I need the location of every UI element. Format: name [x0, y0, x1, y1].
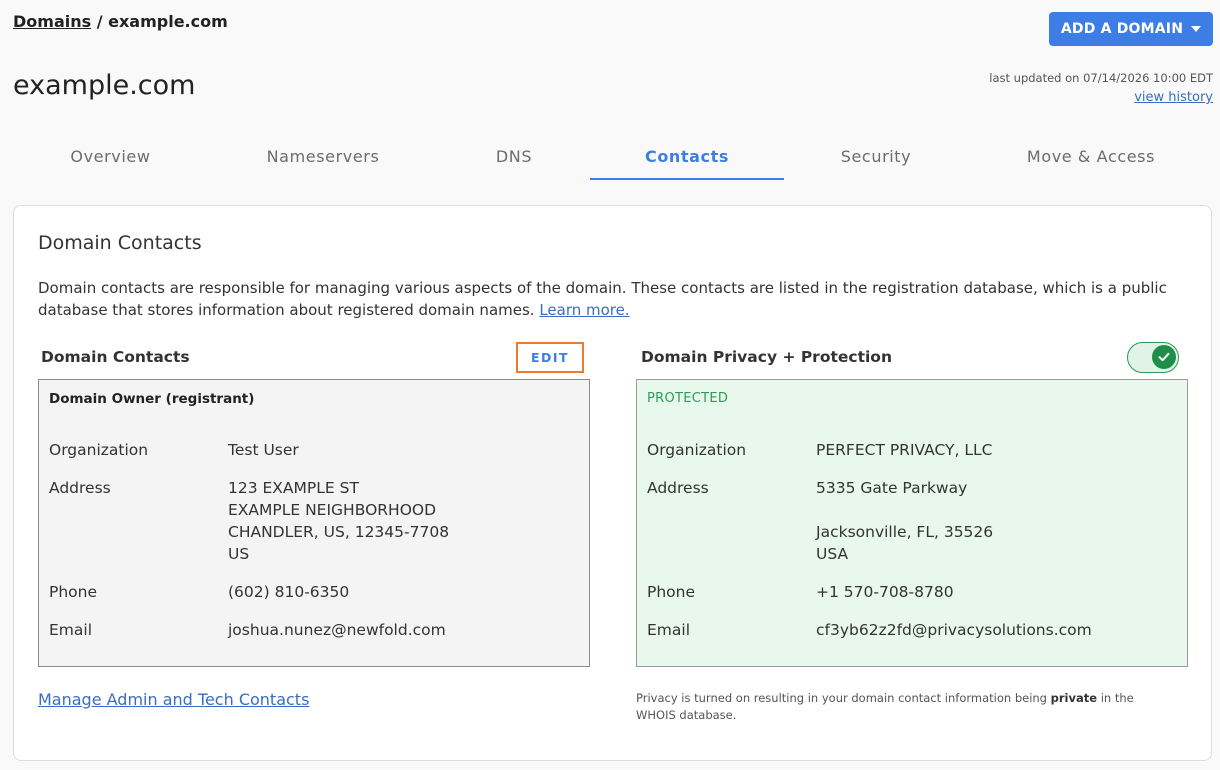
learn-more-link[interactable]: Learn more.	[539, 301, 629, 319]
breadcrumb-current: example.com	[108, 12, 228, 31]
page-title: example.com	[13, 70, 196, 101]
contacts-heading: Domain Contacts	[41, 348, 190, 366]
owner-address-label: Address	[49, 479, 111, 497]
breadcrumb: Domains / example.com	[13, 12, 228, 31]
edit-button[interactable]: EDIT	[516, 342, 584, 373]
owner-address-line-3: CHANDLER, US, 12345-7708	[228, 523, 450, 541]
privacy-heading: Domain Privacy + Protection	[641, 348, 892, 366]
view-history-link[interactable]: view history	[1134, 90, 1213, 105]
privacy-phone-value: +1 570-708-8780	[816, 583, 954, 601]
owner-email-label: Email	[49, 621, 93, 639]
toggle-knob	[1152, 345, 1176, 369]
privacy-email-label: Email	[647, 621, 691, 639]
tab-security[interactable]: Security	[784, 138, 968, 180]
privacy-address-line-1: 5335 Gate Parkway	[816, 479, 968, 497]
breadcrumb-domains-link[interactable]: Domains	[13, 12, 91, 31]
tab-bar: Overview Nameservers DNS Contacts Securi…	[13, 138, 1213, 180]
owner-phone-label: Phone	[49, 583, 98, 601]
privacy-email-value: cf3yb62z2fd@privacysolutions.com	[816, 621, 1092, 639]
owner-email-value: joshua.nunez@newfold.com	[228, 621, 446, 639]
privacy-address-line-4: USA	[816, 545, 849, 563]
tab-dns[interactable]: DNS	[418, 138, 610, 180]
privacy-phone-label: Phone	[647, 583, 696, 601]
card-description: Domain contacts are responsible for mana…	[38, 277, 1188, 321]
add-domain-button[interactable]: ADD A DOMAIN	[1049, 12, 1213, 46]
tab-move-access[interactable]: Move & Access	[991, 138, 1191, 180]
last-updated-text: last updated on 07/14/2026 10:00 EDT	[989, 71, 1213, 85]
privacy-address-line-3: Jacksonville, FL, 35526	[816, 523, 994, 541]
manage-admin-tech-contacts-link[interactable]: Manage Admin and Tech Contacts	[38, 690, 309, 709]
tab-overview[interactable]: Overview	[13, 138, 208, 180]
owner-title: Domain Owner (registrant)	[49, 391, 255, 407]
privacy-organization-label: Organization	[647, 441, 747, 459]
breadcrumb-separator: /	[91, 12, 109, 31]
owner-address-line-1: 123 EXAMPLE ST	[228, 479, 359, 497]
privacy-status-badge: PROTECTED	[647, 391, 729, 406]
card-title: Domain Contacts	[38, 232, 202, 254]
tab-nameservers[interactable]: Nameservers	[228, 138, 418, 180]
owner-phone-value: (602) 810-6350	[228, 583, 350, 601]
privacy-organization-value: PERFECT PRIVACY, LLC	[816, 441, 993, 459]
owner-organization-value: Test User	[228, 441, 299, 459]
privacy-note-bold: private	[1050, 691, 1098, 705]
owner-address-line-2: EXAMPLE NEIGHBORHOOD	[228, 501, 437, 519]
checkmark-icon	[1158, 352, 1170, 362]
privacy-note-text-before: Privacy is turned on resulting in your d…	[636, 691, 1051, 705]
privacy-note: Privacy is turned on resulting in your d…	[636, 690, 1176, 724]
tab-contacts[interactable]: Contacts	[590, 138, 784, 180]
caret-down-icon	[1191, 26, 1202, 32]
privacy-toggle[interactable]	[1127, 342, 1179, 373]
owner-address-line-4: US	[228, 545, 250, 563]
add-domain-label: ADD A DOMAIN	[1060, 21, 1184, 37]
privacy-address-label: Address	[647, 479, 709, 497]
owner-organization-label: Organization	[49, 441, 149, 459]
